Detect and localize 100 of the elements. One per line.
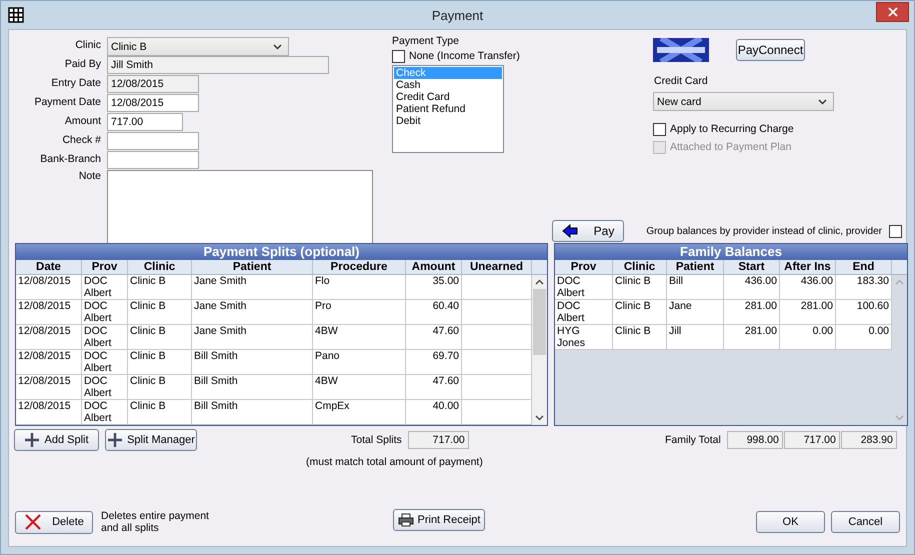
split-manager-button[interactable]: Split Manager (105, 429, 197, 451)
table-cell: Clinic B (128, 300, 192, 324)
table-cell: 12/08/2015 (16, 375, 82, 399)
table-cell: DOC Albert (82, 325, 128, 349)
table-cell: 12/08/2015 (16, 300, 82, 324)
table-cell: 281.00 (780, 300, 836, 324)
chevron-icon (818, 98, 827, 104)
print-receipt-button[interactable]: Print Receipt (393, 509, 485, 531)
close-button[interactable] (876, 2, 909, 22)
checkbox-label: Group balances by provider instead of clinic, provider (646, 226, 882, 236)
table-cell: Clinic B (128, 375, 192, 399)
column-header[interactable]: Start (724, 260, 780, 274)
table-cell: Flo (313, 275, 406, 299)
column-header[interactable]: Patient (667, 260, 724, 274)
table-cell: Clinic B (128, 325, 192, 349)
payconnect-button[interactable]: PayConnect (736, 39, 805, 61)
total-splits-label: Total Splits (351, 434, 402, 446)
table-cell: 4BW (313, 375, 406, 399)
arrow-left-icon (562, 224, 578, 238)
table-cell: Clinic B (613, 325, 667, 349)
column-header[interactable]: Date (16, 260, 82, 274)
delete-note: Deletes entire payment and all splits (101, 510, 210, 534)
scroll-down-icon (895, 415, 904, 421)
table-cell: 0.00 (836, 325, 892, 349)
checkbox[interactable] (653, 122, 666, 136)
field-label: Note (78, 170, 102, 182)
input-field[interactable] (107, 151, 199, 169)
table-cell: 60.40 (406, 300, 462, 324)
table-cell: 12/08/2015 (16, 400, 82, 424)
note-field[interactable] (107, 170, 373, 244)
window-title: Payment (430, 8, 484, 22)
column-header[interactable]: Procedure (313, 260, 406, 274)
input-field[interactable]: 12/08/2015 (107, 94, 199, 112)
field-label: Bank-Branch (39, 152, 102, 167)
input-field[interactable] (107, 132, 199, 150)
list-item[interactable]: Credit Card (394, 91, 502, 103)
table-cell: Bill Smith (192, 400, 313, 424)
column-header[interactable]: Patient (192, 260, 313, 274)
add-split-button[interactable]: Add Split (14, 429, 99, 451)
column-header[interactable]: Clinic (613, 260, 667, 274)
table-cell: 436.00 (780, 275, 836, 299)
delete-button[interactable]: Delete (15, 510, 93, 534)
input-field[interactable]: 12/08/2015 (107, 75, 199, 93)
cancel-button[interactable]: Cancel (831, 511, 900, 533)
table-cell: Bill (667, 275, 724, 299)
field-label: Amount (64, 114, 102, 129)
input-field[interactable]: Jill Smith (107, 56, 329, 74)
ok-button[interactable]: OK (756, 511, 825, 533)
table-cell: Clinic B (128, 400, 192, 424)
table-cell: 100.60 (836, 300, 892, 324)
column-header[interactable]: After Ins (780, 260, 836, 274)
plus-icon (24, 432, 40, 448)
scroll-down-icon (535, 415, 544, 421)
checkbox[interactable] (889, 224, 902, 238)
table-cell: Clinic B (613, 275, 667, 299)
input-field[interactable]: 717.00 (107, 113, 183, 131)
table-cell: DOC Albert (82, 400, 128, 424)
column-header[interactable]: Clinic (128, 260, 192, 274)
printer-icon (398, 513, 414, 527)
table-cell: 47.60 (406, 375, 462, 399)
scrollbar[interactable] (532, 275, 547, 425)
column-header[interactable]: End (836, 260, 892, 274)
table-cell: 281.00 (724, 300, 780, 324)
clinic-dropdown[interactable]: Clinic B (107, 37, 289, 56)
pay-button[interactable]: Pay (552, 220, 624, 242)
total-field: 283.90 (840, 431, 897, 449)
table-cell: 47.60 (406, 325, 462, 349)
table-cell: Bill Smith (192, 375, 313, 399)
list-item[interactable]: Debit (394, 115, 502, 127)
table-cell: 281.00 (724, 325, 780, 349)
table-cell: 69.70 (406, 350, 462, 374)
table-cell: Clinic B (128, 275, 192, 299)
credit-card-dropdown[interactable]: New card (653, 92, 834, 111)
table-cell: Jane Smith (192, 300, 313, 324)
column-header[interactable]: Prov (82, 260, 128, 274)
table-cell: 183.30 (836, 275, 892, 299)
family-total-label: Family Total (665, 433, 721, 448)
scroll-up-icon (535, 279, 544, 285)
checkbox[interactable] (392, 50, 405, 62)
field-label: Paid By (64, 57, 102, 72)
grid-icon (8, 7, 24, 23)
chevron-icon (273, 44, 282, 50)
list-item[interactable]: Cash (394, 79, 502, 91)
table-cell: 12/08/2015 (16, 325, 82, 349)
plus-icon (107, 432, 124, 448)
splits-note: (must match total amount of payment) (306, 456, 484, 468)
column-header[interactable]: Amount (406, 260, 462, 274)
column-header[interactable]: Prov (555, 260, 613, 274)
table-cell: 35.00 (406, 275, 462, 299)
field-label: Clinic (74, 38, 102, 53)
column-header[interactable]: Unearned (462, 260, 532, 274)
list-item[interactable]: Patient Refund (394, 103, 502, 115)
scroll-up-icon (895, 279, 904, 285)
field-label: Entry Date (50, 76, 102, 91)
field-label: Check # (61, 133, 102, 148)
credit-card-label: Credit Card (654, 75, 709, 88)
grid-title: Family Balances (555, 244, 907, 260)
total-field: 998.00 (726, 431, 783, 449)
table-cell: 40.00 (406, 400, 462, 424)
table-cell: DOC Albert (82, 300, 128, 324)
